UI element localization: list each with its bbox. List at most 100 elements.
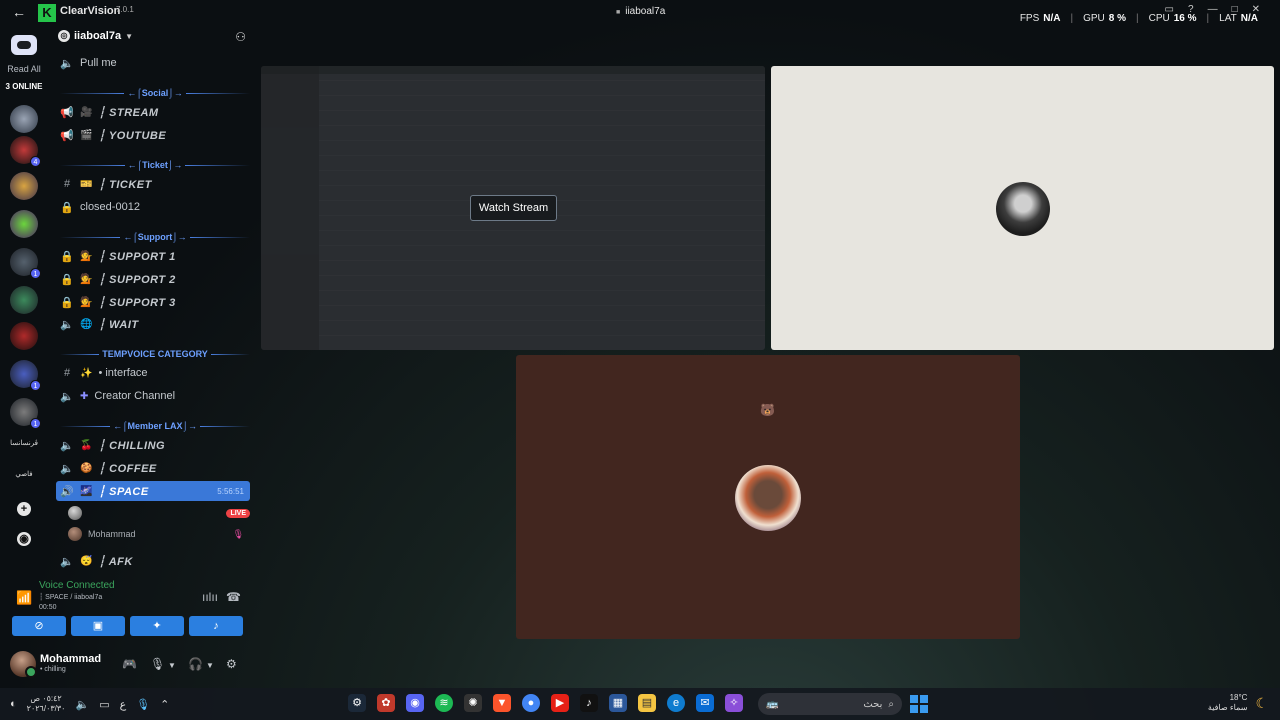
channel-support-3[interactable]: 🔒 💁 ┆ SUPPORT 3 [56,292,250,312]
server-icon[interactable] [10,105,38,133]
chevron-down-icon[interactable]: ▼ [206,661,214,670]
microphone-icon[interactable]: 🎙 [136,698,150,711]
category-social[interactable]: ←⌠Social⌡→ [60,86,250,100]
screen-share-button[interactable]: ▣ [71,616,125,636]
taskbar: ◐ ٠٥:٤٢ ص ٢٠٢٦/٠٣/٣٠ 🔈 ▭ ع 🎙 ⌃ ⚙ ✿ ◉ ≋ ✺… [0,688,1280,720]
category-tempvoice[interactable]: TEMPVOICE CATEGORY [60,347,250,361]
channel-support-1[interactable]: 🔒 💁 ┆ SUPPORT 1 [56,246,250,266]
participant-tile[interactable] [771,66,1274,350]
channel-stream[interactable]: 📢 🎥 ┆ STREAM [56,102,250,122]
explore-servers-icon[interactable]: ◉ [17,532,31,546]
tiktok-icon[interactable]: ♪ [580,694,598,712]
camera-off-button[interactable]: ⊘ [12,616,66,636]
channel-space[interactable]: 🔊 🌌 ┆ SPACE 5:56:51 [56,481,250,501]
weather-widget[interactable]: 18°C سماء صافية ☾ [1208,693,1268,713]
channel-afk[interactable]: 🔈 😴 ┆ AFK [56,551,250,571]
add-member-icon[interactable]: ⚇ [235,30,246,44]
voice-user-mohammad[interactable]: Mohammad 🎙 [68,525,250,543]
channel-ticket[interactable]: # 🎫 ┆ TICKET [56,174,250,194]
app-icon[interactable]: ✿ [377,694,395,712]
channel-timer: 5:56:51 [217,486,244,496]
server-icon[interactable]: 1 [10,398,41,429]
battery-icon[interactable]: ▭ [99,698,109,711]
participant-tile[interactable]: 🐻 [516,355,1020,639]
server-icon[interactable] [10,210,38,238]
youtube-icon[interactable]: ▶ [551,694,569,712]
activities-button[interactable]: ✦ [130,616,184,636]
channel-pull-me[interactable]: 🔈 Pull me [56,53,250,73]
server-icon[interactable]: 1 [10,248,41,279]
live-badge: LIVE [226,508,250,518]
signal-icon[interactable]: 📶 [16,590,32,606]
avatar[interactable] [10,651,37,678]
chrome-icon[interactable]: ● [522,694,540,712]
voice-connected-label[interactable]: Voice Connected [39,580,115,591]
category-member[interactable]: ←⌠Member LAX⌡→ [60,419,250,433]
category-ticket[interactable]: ←⌠Ticket⌡→ [60,158,250,172]
wifi-icon[interactable]: ◐ [10,698,17,710]
search-box[interactable]: 🚌 بحث ⌕ [758,693,902,715]
guild-icon: ◎ [58,30,70,42]
server-icon[interactable] [10,172,38,200]
channel-support-2[interactable]: 🔒 💁 ┆ SUPPORT 2 [56,269,250,289]
steelseries-icon[interactable]: ✺ [464,694,482,712]
headphones-icon[interactable]: 🎧 [188,657,203,671]
app-name: ClearVision [60,5,121,17]
channel-creator[interactable]: 🔈 ✚ Creator Channel [56,386,250,406]
server-text-icon[interactable]: فاصي [4,470,44,478]
read-all-button[interactable]: Read All [2,64,46,74]
server-icon[interactable]: 1 [10,360,41,391]
avatar [996,182,1050,236]
settings-gear-icon[interactable]: ⚙ [226,657,237,671]
language-indicator[interactable]: ع [120,698,127,711]
channel-interface[interactable]: # ✨ • interface [56,363,250,383]
chevron-up-icon[interactable]: ⌃ [160,698,169,711]
server-icon[interactable] [10,322,38,350]
server-text-icon[interactable]: ڤرنسانسا [4,439,44,447]
emoji-icon: 🎥 [80,106,93,118]
add-server-icon[interactable]: + [17,502,31,516]
store-icon[interactable]: ▦ [609,694,627,712]
soundboard-button[interactable]: ♪ [189,616,243,636]
plus-icon: ✚ [80,390,89,402]
discord-home-icon[interactable] [11,35,37,55]
gamepad-icon[interactable]: 🎮 [122,657,137,671]
disconnect-icon[interactable]: ☎ [226,590,241,604]
brave-icon[interactable]: ▼ [493,694,511,712]
mail-icon[interactable]: ✉ [696,694,714,712]
user-panel: Mohammad • chilling 🎮 🎙 ▼ 🎧 ▼ ⚙ [0,645,256,683]
steam-icon[interactable]: ⚙ [348,694,366,712]
spotify-icon[interactable]: ≋ [435,694,453,712]
start-button[interactable] [910,695,928,713]
copilot-icon[interactable]: ✧ [725,694,743,712]
discord-icon[interactable]: ◉ [406,694,424,712]
guild-header[interactable]: ◎ iiaboal7a ▼ [58,30,133,42]
noise-suppression-icon[interactable]: ıılıı [202,590,218,604]
voice-channel-label[interactable]: ┆ SPACE / iiaboal7a [39,593,102,601]
channel-closed[interactable]: 🔒 closed-0012 [56,197,250,217]
volume-icon[interactable]: 🔈 [75,698,89,711]
category-support[interactable]: ←⌠Support⌡→ [60,230,250,244]
stream-tile[interactable]: Watch Stream [261,66,765,350]
edge-icon[interactable]: e [667,694,685,712]
username[interactable]: Mohammad [40,653,101,665]
file-explorer-icon[interactable]: ▤ [638,694,656,712]
search-decoration-icon: 🚌 [766,698,779,710]
chevron-down-icon[interactable]: ▼ [168,661,176,670]
watch-stream-button[interactable]: Watch Stream [470,195,557,221]
clock[interactable]: ٠٥:٤٢ ص ٢٠٢٦/٠٣/٣٠ [27,694,66,714]
microphone-icon[interactable]: 🎙 [150,657,165,671]
avatar [68,506,82,520]
emoji-icon: 🎬 [80,129,93,141]
voice-user-streamer[interactable]: LIVE [68,504,250,522]
server-icon[interactable] [10,286,38,314]
channel-chilling[interactable]: 🔈 🍒 ┆ CHILLING [56,435,250,455]
speaker-icon: 🔈 [60,439,74,452]
speaker-icon: 🔈 [60,462,74,475]
server-icon[interactable]: 4 [10,136,41,167]
channel-coffee[interactable]: 🔈 🍪 ┆ COFFEE [56,458,250,478]
voice-elapsed-time: 00:50 [39,604,57,611]
back-arrow-icon[interactable]: ← [12,4,26,20]
channel-youtube[interactable]: 📢 🎬 ┆ YOUTUBE [56,125,250,145]
channel-wait[interactable]: 🔈 🌐 ┆ WAIT [56,314,250,334]
